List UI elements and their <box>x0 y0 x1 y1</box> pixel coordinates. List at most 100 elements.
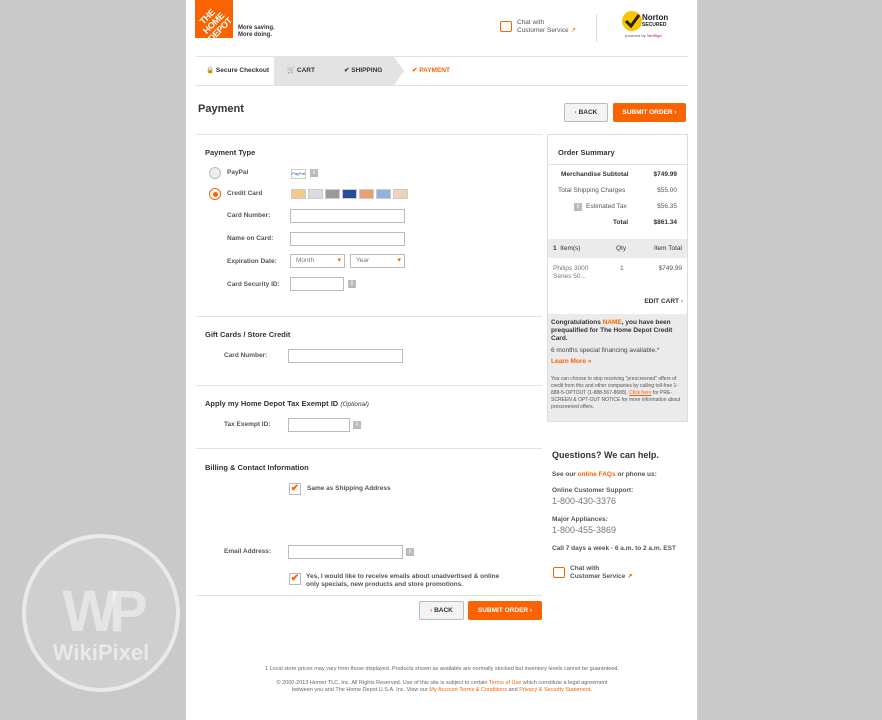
privacy-link[interactable]: Privacy & Security Statement <box>519 687 590 693</box>
account-terms-link[interactable]: My Account Terms & Conditions <box>429 687 507 693</box>
hd-commercial-card-icon <box>308 189 323 199</box>
divider <box>196 595 542 596</box>
card-number-label: Card Number: <box>227 212 271 219</box>
merch-subtotal-label: Merchandise Subtotal <box>561 171 629 178</box>
info-icon[interactable]: i <box>310 169 318 177</box>
paypal-radio[interactable] <box>209 167 221 179</box>
qty-header: Qty <box>616 245 627 252</box>
chat-bubble-icon <box>500 21 512 32</box>
discover-card-icon <box>393 189 408 199</box>
item-qty: 1 <box>620 265 624 272</box>
terms-of-use-link[interactable]: Terms of Use <box>489 680 521 686</box>
name-on-card-label: Name on Card: <box>227 235 274 242</box>
tagline: More saving. More doing. <box>238 25 275 38</box>
info-icon[interactable]: i <box>574 203 582 211</box>
chevron-right-icon: › <box>674 109 677 116</box>
edit-cart-link[interactable]: EDIT CART › <box>644 298 683 305</box>
billing-heading: Billing & Contact Information <box>205 463 309 472</box>
divider <box>196 316 542 317</box>
item-name[interactable]: Philips 3000 Series 50... <box>553 265 588 281</box>
shipping-charges-value: $55.00 <box>657 187 677 194</box>
checkmark-icon: ✔ <box>344 67 350 74</box>
step-shipping[interactable]: ✔ SHIPPING <box>332 57 394 85</box>
appliances-label: Major Appliances: <box>552 516 608 523</box>
checkmark-icon: ✔ <box>412 67 418 74</box>
submit-order-button-bottom[interactable]: SUBMIT ORDER › <box>468 601 542 620</box>
email-optin-label: Yes, I would like to receive emails abou… <box>306 573 500 588</box>
click-here-link[interactable]: Click here <box>629 390 651 396</box>
chevron-right-icon: › <box>680 298 683 305</box>
norton-secured-badge[interactable]: Norton SECURED powered by VeriSign <box>621 9 677 39</box>
lock-icon: 🔒 <box>206 67 215 74</box>
chat-customer-service-top[interactable]: Chat with Customer Service ↗ <box>500 19 590 39</box>
shipping-charges-label: Total Shipping Charges <box>558 187 626 194</box>
wikipixel-watermark-logo: WP WikiPixel <box>22 534 180 692</box>
home-depot-logo[interactable]: THE HOME DEPOT <box>195 0 233 38</box>
item-total-header: Item Total <box>653 245 682 252</box>
info-icon[interactable]: i <box>353 421 361 429</box>
gift-cards-heading: Gift Cards / Store Credit <box>205 330 291 339</box>
total-value: $861.34 <box>653 219 678 226</box>
back-button-bottom[interactable]: ‹ BACK <box>419 601 464 620</box>
submit-order-button-top[interactable]: SUBMIT ORDER › <box>613 103 686 122</box>
external-arrow-icon: ↗ <box>570 27 576 34</box>
chat-customer-service-side[interactable]: Chat with Customer Service ↗ <box>553 565 643 585</box>
online-support-label: Online Customer Support: <box>552 487 634 494</box>
footer-copyright: © 2000-2013 Homer TLC, Inc. All Rights R… <box>276 680 608 693</box>
email-input[interactable] <box>288 545 403 559</box>
appliances-phone: 1-800-455-3869 <box>552 525 617 535</box>
chat-bubble-icon <box>553 567 565 578</box>
divider <box>196 448 542 449</box>
item-total: $749.99 <box>658 265 683 272</box>
back-button-top[interactable]: ‹ BACK <box>564 103 608 122</box>
page-title: Payment <box>198 103 244 115</box>
learn-more-link[interactable]: Learn More » <box>551 358 591 365</box>
info-icon[interactable]: i <box>348 280 356 288</box>
step-secure-checkout: 🔒 Secure Checkout <box>196 57 274 85</box>
help-heading: Questions? We can help. <box>552 450 659 460</box>
promo-financing: 6 months special financing available.* <box>551 347 660 354</box>
total-label: Total <box>613 219 629 226</box>
info-icon[interactable]: i <box>406 548 414 556</box>
faq-link[interactable]: online FAQs <box>578 471 616 478</box>
email-optin-checkbox[interactable]: ✔ <box>289 573 301 585</box>
paypal-logo: PayPal <box>291 169 306 179</box>
paypal-label: PayPal <box>227 169 249 176</box>
email-label: Email Address: <box>224 548 272 555</box>
items-header: 1 Item(s) <box>553 245 581 252</box>
expiration-year-select[interactable]: Year <box>350 254 405 268</box>
tax-exempt-input[interactable] <box>288 418 350 432</box>
footer-note: 1 Local store prices may vary from those… <box>264 666 620 672</box>
card-number-input[interactable] <box>290 209 405 223</box>
expiration-label: Expiration Date: <box>227 258 277 265</box>
external-arrow-icon: ↗ <box>627 573 633 580</box>
order-summary-panel: Order Summary Merchandise Subtotal $749.… <box>547 134 688 422</box>
divider <box>196 385 542 386</box>
promo-congrats: Congratulations NAME, you have been preq… <box>551 319 673 342</box>
name-on-card-input[interactable] <box>290 232 405 246</box>
credit-card-label: Credit Card <box>227 190 263 197</box>
support-hours: Call 7 days a week - 6 a.m. to 2 a.m. ES… <box>552 545 676 552</box>
mastercard-icon <box>359 189 374 199</box>
merch-subtotal-value: $749.99 <box>653 171 678 178</box>
gift-card-number-label: Card Number: <box>224 352 268 359</box>
tax-exempt-label: Tax Exempt ID: <box>224 421 271 428</box>
expiration-month-select[interactable]: Month <box>290 254 345 268</box>
gift-card-number-input[interactable] <box>288 349 403 363</box>
tax-exempt-heading: Apply my Home Depot Tax Exempt ID (Optio… <box>205 399 369 408</box>
hd-card-icon <box>291 189 306 199</box>
step-cart[interactable]: 🛒 CART <box>274 57 332 85</box>
amex-blue-card-icon <box>376 189 391 199</box>
credit-card-radio[interactable] <box>209 188 221 200</box>
checkout-steps: 🔒 Secure Checkout 🛒 CART ✔ SHIPPING ✔ PA… <box>196 56 688 86</box>
step-payment: ✔ PAYMENT <box>412 67 450 74</box>
items-table-header: 1 Item(s) Qty Item Total <box>548 239 687 258</box>
estimated-tax-label: Estimated Tax <box>586 203 627 210</box>
security-id-label: Card Security ID: <box>227 281 280 288</box>
estimated-tax-value: $56.35 <box>657 203 677 210</box>
header-divider <box>596 14 597 42</box>
same-as-shipping-checkbox[interactable]: ✔ <box>289 483 301 495</box>
security-id-input[interactable] <box>290 277 344 291</box>
amex-card-icon <box>325 189 340 199</box>
order-summary-heading: Order Summary <box>558 148 615 157</box>
